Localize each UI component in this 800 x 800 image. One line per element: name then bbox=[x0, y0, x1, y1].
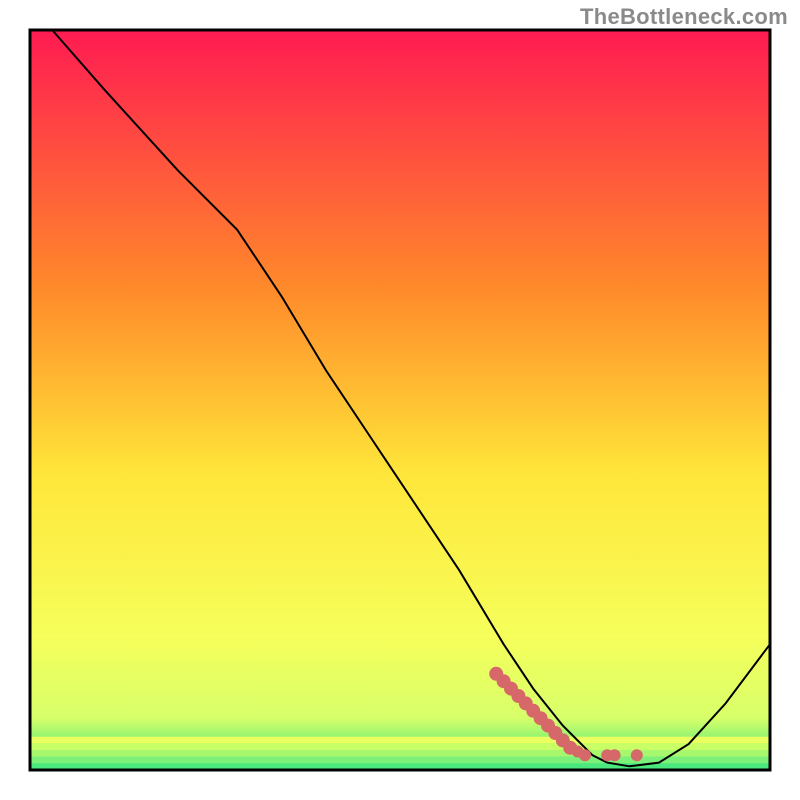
chart-svg bbox=[0, 0, 800, 800]
scatter-point bbox=[631, 749, 643, 761]
plot-background bbox=[30, 30, 770, 770]
chart-container: TheBottleneck.com bbox=[0, 0, 800, 800]
scatter-point bbox=[609, 749, 621, 761]
bottom-bands bbox=[30, 737, 770, 770]
scatter-point bbox=[579, 749, 591, 761]
watermark-text: TheBottleneck.com bbox=[580, 4, 788, 30]
